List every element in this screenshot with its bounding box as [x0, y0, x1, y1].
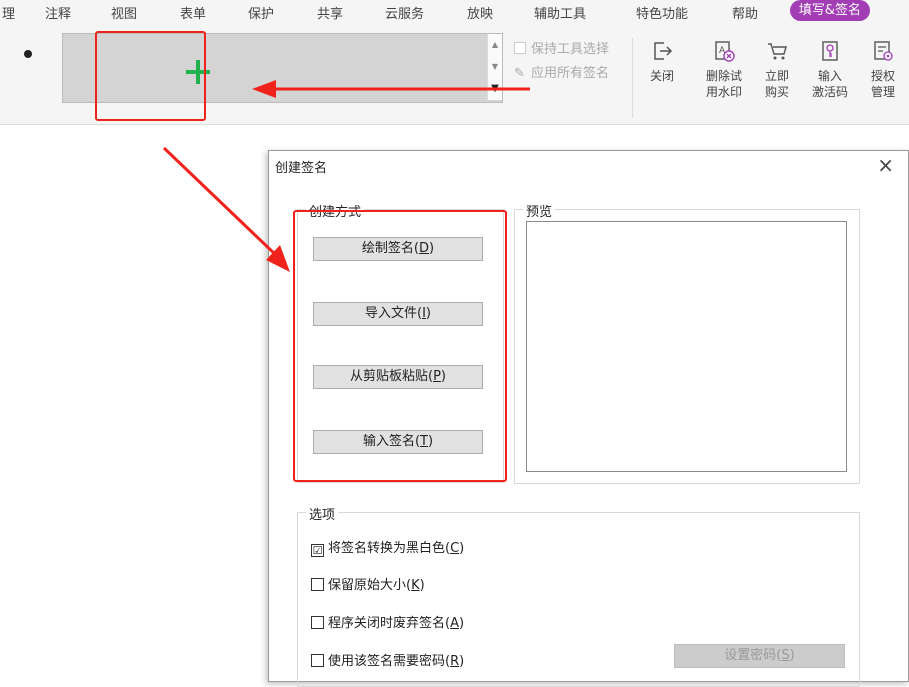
signature-preview-area	[526, 221, 847, 472]
menu-item-help[interactable]: 帮助	[732, 3, 758, 22]
apply-all-label: 应用所有签名	[531, 66, 610, 81]
menu-item-form[interactable]: 表单	[180, 3, 206, 22]
option-keep-original-size[interactable]: 保留原始大小(K)	[311, 574, 425, 593]
close-tool-button[interactable]: 关闭	[640, 40, 684, 84]
license-label-2: 管理	[870, 85, 895, 99]
key-icon	[822, 41, 838, 61]
menu-item-assist-tools[interactable]: 辅助工具	[534, 3, 586, 22]
menu-item-fill-sign[interactable]: 填写&签名	[790, 0, 870, 21]
license-management-button[interactable]: 授权 管理	[861, 40, 905, 100]
arrow-to-methods-line	[162, 146, 280, 259]
menu-item-share[interactable]: 共享	[317, 3, 343, 22]
remove-watermark-label-2: 用水印	[705, 85, 742, 99]
buy-now-button[interactable]: 立即 购买	[755, 40, 799, 100]
menu-item-annotate[interactable]: 注释	[45, 3, 71, 22]
dialog-title: 创建签名	[275, 161, 328, 176]
checkbox-box	[514, 42, 526, 54]
checkbox-require-password[interactable]	[311, 654, 324, 667]
activate-label-2: 激活码	[811, 85, 848, 99]
scroll-up-icon[interactable]: ▲	[488, 34, 502, 56]
menu-item-slideshow[interactable]: 放映	[467, 3, 493, 22]
buy-label-1: 立即	[764, 69, 789, 83]
menu-bar: 理 注释 视图 表单 保护 共享 云服务 放映 辅助工具 特色功能 帮助 填写&…	[0, 0, 909, 24]
annotation-highlight-create-methods	[293, 210, 507, 482]
activate-label-1: 输入	[817, 69, 842, 83]
close-tool-label: 关闭	[649, 69, 674, 83]
options-label: 选项	[306, 504, 339, 523]
apply-all-signatures-option[interactable]: ✎ 应用所有签名	[514, 62, 609, 81]
license-label-1: 授权	[870, 69, 895, 83]
set-password-button[interactable]: 设置密码(S)	[674, 644, 845, 668]
keep-tool-selection-checkbox[interactable]: 保持工具选择	[514, 38, 609, 57]
watermark-remove-icon: A	[715, 41, 735, 62]
remove-watermark-button[interactable]: A 删除试 用水印	[702, 40, 746, 100]
remove-watermark-label-1: 删除试	[705, 69, 742, 83]
menu-item-protect[interactable]: 保护	[248, 3, 274, 22]
gallery-scrollbar[interactable]: ▲ ▼ ▼	[487, 34, 502, 100]
scroll-down-icon[interactable]: ▼	[488, 56, 502, 78]
preview-label: 预览	[523, 201, 556, 220]
menu-item-features[interactable]: 特色功能	[636, 3, 688, 22]
annotation-highlight-plus	[95, 31, 206, 121]
cart-icon	[768, 43, 787, 60]
keep-tool-label: 保持工具选择	[531, 42, 610, 57]
option-discard-on-close[interactable]: 程序关闭时废弃签名(A)	[311, 612, 464, 631]
exit-icon	[654, 42, 673, 60]
checkbox-discard-on-close[interactable]	[311, 616, 324, 629]
ribbon-separator	[632, 38, 633, 118]
pen-icon: ✎	[514, 66, 525, 81]
dialog-close-icon[interactable]: ×	[877, 153, 894, 177]
checkbox-keep-original-size[interactable]	[311, 578, 324, 591]
scroll-more-icon[interactable]: ▼	[488, 78, 502, 100]
buy-label-2: 购买	[764, 85, 789, 99]
menu-item-view[interactable]: 视图	[111, 3, 137, 22]
option-require-password[interactable]: 使用该签名需要密码(R)	[311, 650, 464, 669]
option-convert-bw[interactable]: ☑ 将签名转换为黑白色(C)	[311, 537, 464, 557]
checkbox-convert-bw[interactable]: ☑	[311, 544, 324, 557]
bullet-icon	[24, 50, 32, 58]
menu-item-partial[interactable]: 理	[2, 3, 15, 22]
license-icon	[874, 41, 893, 61]
enter-activation-code-button[interactable]: 输入 激活码	[808, 40, 852, 100]
menu-item-cloud[interactable]: 云服务	[385, 3, 424, 22]
